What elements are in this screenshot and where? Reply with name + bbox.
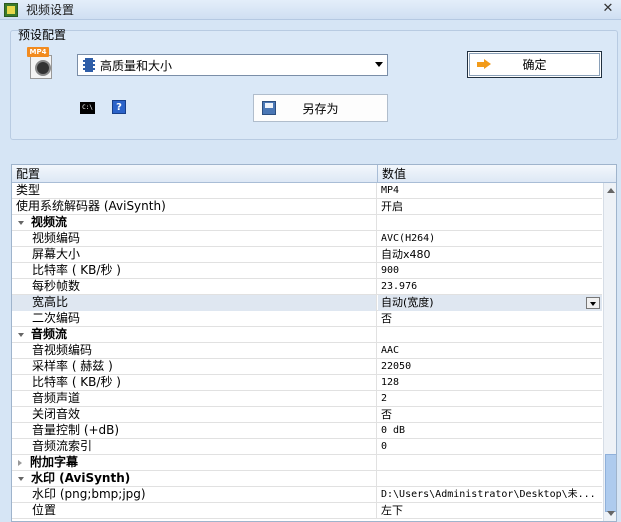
ok-button-label: 确定 [522, 58, 547, 72]
scroll-down-arrow-icon[interactable] [607, 511, 615, 516]
chevron-down-icon [375, 62, 383, 67]
help-icon[interactable]: ? [112, 100, 126, 114]
collapse-triangle-icon[interactable] [18, 221, 24, 225]
property-row-position[interactable]: 位置 左下 [12, 503, 602, 519]
property-row-screen-size[interactable]: 屏幕大小 自动x480 [12, 247, 602, 263]
property-grid: 配置 数值 类型 MP4 使用系统解码器 (AviSynth) 开启 视频流 视… [11, 164, 617, 522]
property-row-video-codec[interactable]: 视频编码 AVC(H264) [12, 231, 602, 247]
property-rows: 类型 MP4 使用系统解码器 (AviSynth) 开启 视频流 视频编码 AV… [12, 183, 602, 519]
scrollbar-thumb[interactable] [605, 454, 616, 512]
arrow-right-icon [477, 59, 491, 70]
title-bar: 视频设置 ✕ [0, 0, 621, 20]
save-as-button[interactable]: 另存为 [253, 94, 388, 122]
film-icon [83, 58, 95, 72]
property-row-aspect-ratio[interactable]: 宽高比 自动(宽度) [12, 295, 602, 311]
collapse-triangle-icon[interactable] [18, 477, 24, 481]
category-subtitles[interactable]: 附加字幕 [12, 455, 602, 471]
property-row-type[interactable]: 类型 MP4 [12, 183, 602, 199]
property-row-audio-stream-index[interactable]: 音频流索引 0 [12, 439, 602, 455]
ok-button[interactable]: 确定 [467, 51, 602, 78]
close-button[interactable]: ✕ [601, 2, 615, 16]
property-row-two-pass[interactable]: 二次编码 否 [12, 311, 602, 327]
app-icon [4, 2, 18, 17]
property-row-audio-codec[interactable]: 音视频编码 AAC [12, 343, 602, 359]
scroll-up-arrow-icon[interactable] [607, 188, 615, 193]
property-row-volume[interactable]: 音量控制 (+dB) 0 dB [12, 423, 602, 439]
mp4-icon-tag: MP4 [27, 47, 49, 57]
property-row-disable-audio[interactable]: 关闭音效 否 [12, 407, 602, 423]
category-video-stream[interactable]: 视频流 [12, 215, 602, 231]
property-row-frame-rate[interactable]: 每秒帧数 23.976 [12, 279, 602, 295]
property-row-audio-bitrate[interactable]: 比特率 ( KB/秒 ) 128 [12, 375, 602, 391]
property-row-sample-rate[interactable]: 采样率 ( 赫兹 ) 22050 [12, 359, 602, 375]
floppy-disk-icon [262, 101, 276, 115]
column-header-name[interactable]: 配置 [12, 165, 378, 183]
preset-group-label: 预设配置 [18, 28, 67, 42]
expand-triangle-icon[interactable] [18, 460, 22, 466]
column-header-value[interactable]: 数值 [378, 165, 616, 183]
category-watermark[interactable]: 水印 (AviSynth) [12, 471, 602, 487]
property-row-audio-channels[interactable]: 音频声道 2 [12, 391, 602, 407]
preset-dropdown[interactable]: 高质量和大小 [77, 54, 388, 76]
property-row-watermark-file[interactable]: 水印 (png;bmp;jpg) D:\Users\Administrator\… [12, 487, 602, 503]
grid-header: 配置 数值 [12, 165, 616, 183]
property-row-system-decoder[interactable]: 使用系统解码器 (AviSynth) 开启 [12, 199, 602, 215]
save-as-button-label: 另存为 [302, 101, 339, 116]
property-row-video-bitrate[interactable]: 比特率 ( KB/秒 ) 900 [12, 263, 602, 279]
aspect-ratio-dropdown-button[interactable] [586, 297, 600, 309]
vertical-scrollbar[interactable] [603, 183, 616, 521]
collapse-triangle-icon[interactable] [18, 333, 24, 337]
category-audio-stream[interactable]: 音频流 [12, 327, 602, 343]
window-title: 视频设置 [26, 3, 75, 17]
preset-panel [10, 30, 618, 140]
mp4-format-icon: MP4 [27, 47, 55, 79]
command-line-icon[interactable]: C:\ [80, 102, 95, 114]
preset-selected-value: 高质量和大小 [100, 58, 173, 73]
